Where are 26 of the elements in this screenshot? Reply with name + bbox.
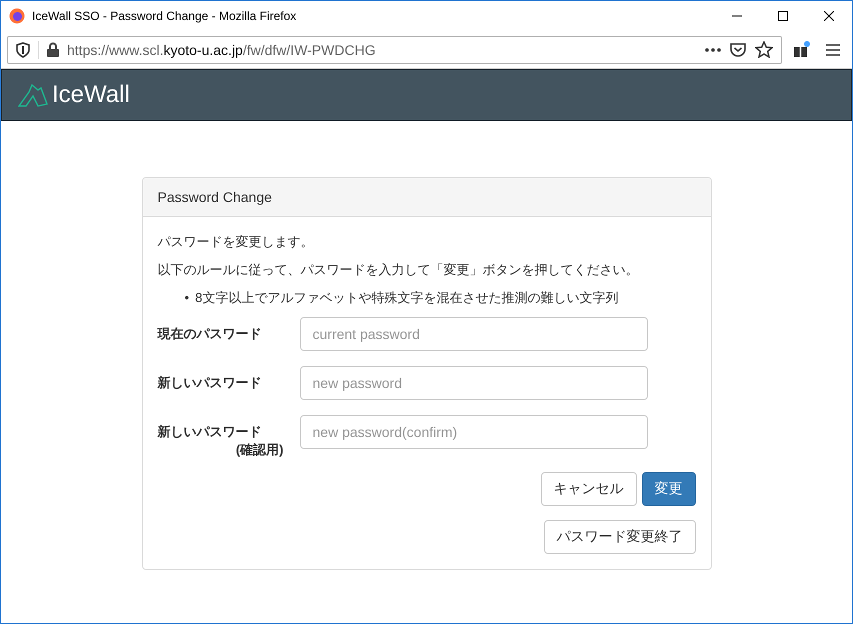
rule-item: 8文字以上でアルファベットや特殊文字を混在させた推測の難しい文字列 (195, 289, 618, 307)
password-field[interactable]: current password (300, 317, 648, 351)
password-field[interactable]: new password (300, 366, 648, 400)
finish-button[interactable]: パスワード変更終了 (544, 520, 696, 554)
star-icon[interactable] (755, 41, 773, 58)
intro-text: パスワードを変更します。 (158, 233, 314, 251)
browser-logo-icon (9, 8, 25, 24)
password-field[interactable]: new password(confirm) (300, 415, 648, 449)
field-label: 新しいパスワード (158, 423, 262, 441)
url-text: https://www.scl.kyoto-u.ac.jp/fw/dfw/IW-PWDCHG (67, 42, 377, 58)
address-bar[interactable]: https://www.scl.kyoto-u.ac.jp/fw/dfw/IW-PWDCHG (7, 36, 782, 64)
more-icon[interactable] (705, 48, 721, 52)
cancel-button[interactable]: キャンセル (540, 472, 636, 506)
field-label: 現在のパスワード (158, 325, 262, 343)
change-button[interactable]: 変更 (642, 472, 696, 506)
lock-icon (47, 42, 59, 57)
bullet-marker: • (184, 289, 190, 307)
instruction-text: 以下のルールに従って、パスワードを入力して「変更」ボタンを押してください。 (158, 261, 640, 279)
window-title: IceWall SSO - Password Change - Mozilla Firefox (32, 9, 298, 23)
field-label: 新しいパスワード (158, 374, 262, 392)
logo-text: IceWall (52, 81, 130, 109)
panel-title: Password Change (142, 178, 710, 217)
field-label: (確認用) (236, 441, 284, 459)
shield-icon[interactable] (16, 42, 30, 58)
mountain-logo-icon (18, 82, 48, 108)
pocket-icon[interactable] (729, 42, 747, 58)
